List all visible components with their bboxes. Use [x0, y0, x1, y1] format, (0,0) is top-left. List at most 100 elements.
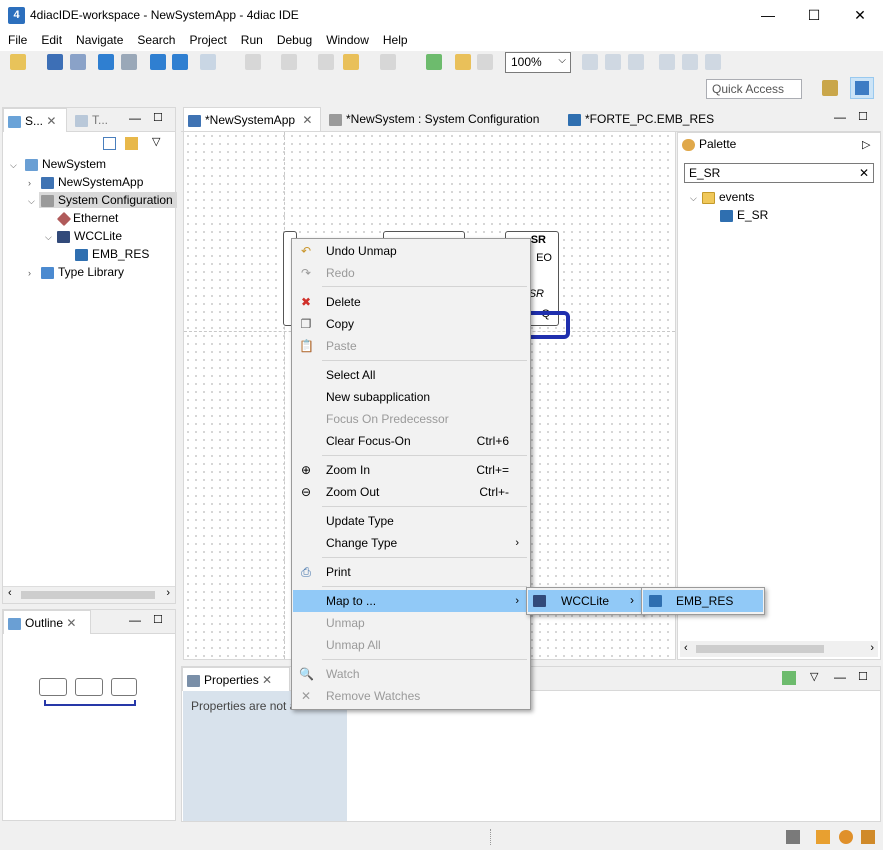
- menu-navigate[interactable]: Navigate: [68, 31, 129, 47]
- clear-search-icon[interactable]: ✕: [859, 166, 869, 180]
- fb-eo-port[interactable]: EO: [536, 252, 552, 264]
- tab-newsystemapp[interactable]: *NewSystemApp ✕: [183, 107, 321, 131]
- up-icon[interactable]: [281, 54, 297, 70]
- expand-sysconf-icon[interactable]: ⌵: [28, 196, 35, 207]
- deploy-icon[interactable]: [98, 54, 114, 70]
- expand-wcclite-icon[interactable]: ⌵: [45, 232, 52, 243]
- connection-line[interactable]: [530, 311, 570, 339]
- menu-window[interactable]: Window: [318, 31, 375, 47]
- maximize-view-button[interactable]: ☐: [153, 111, 163, 124]
- menu-search[interactable]: Search: [129, 31, 181, 47]
- minimize-view-button[interactable]: —: [129, 111, 141, 125]
- tree-item-system-configuration[interactable]: System Configuration: [39, 192, 177, 208]
- menu-project[interactable]: Project: [181, 31, 232, 47]
- menu-item-new-subapplication[interactable]: New subapplication: [293, 386, 529, 408]
- tab-outline[interactable]: Outline ✕: [3, 610, 91, 634]
- monitor-icon[interactable]: [121, 54, 137, 70]
- tab-system-explorer[interactable]: S... ✕: [3, 108, 67, 132]
- menu-edit[interactable]: Edit: [33, 31, 68, 47]
- submenu-item-emb-res[interactable]: EMB_RES: [643, 590, 763, 612]
- align-bottom-icon[interactable]: [705, 54, 721, 70]
- editor-maximize-button[interactable]: ☐: [858, 110, 868, 123]
- download-icon[interactable]: [150, 54, 166, 70]
- menu-item-zoom-in[interactable]: ⊕ Zoom In Ctrl+=: [293, 459, 529, 481]
- menu-help[interactable]: Help: [375, 31, 414, 47]
- tab-forte-pc-emb-res[interactable]: *FORTE_PC.EMB_RES: [564, 107, 720, 131]
- align-right-icon[interactable]: [628, 54, 644, 70]
- properties-minimize-button[interactable]: —: [834, 670, 846, 684]
- align-top-icon[interactable]: [659, 54, 675, 70]
- expand-type-library-icon[interactable]: ›: [28, 268, 31, 278]
- redo-toolbar-icon[interactable]: [477, 54, 493, 70]
- save-all-icon[interactable]: [70, 54, 86, 70]
- back-disabled-icon[interactable]: [318, 54, 334, 70]
- search-icon[interactable]: [200, 54, 216, 70]
- back-icon[interactable]: [343, 54, 359, 70]
- quick-access-input[interactable]: Quick Access: [706, 79, 802, 99]
- menu-item-focus-on-predecessor[interactable]: Focus On Predecessor: [293, 408, 529, 430]
- menu-item-paste[interactable]: 📋 Paste: [293, 335, 529, 357]
- expand-newsystemapp-icon[interactable]: ›: [28, 178, 31, 188]
- expand-newsystem-icon[interactable]: ⌵: [10, 160, 17, 171]
- heap-status-icon[interactable]: [786, 830, 800, 844]
- save-icon[interactable]: [47, 54, 63, 70]
- cheat-sheet-icon[interactable]: [816, 830, 830, 844]
- palette-scrollbar[interactable]: ‹ ›: [680, 641, 878, 657]
- open-perspective-icon[interactable]: [822, 80, 838, 96]
- navigate-icon[interactable]: [245, 54, 261, 70]
- new-fb-icon[interactable]: [426, 54, 442, 70]
- pin-view-icon[interactable]: [782, 671, 796, 685]
- properties-view-menu-icon[interactable]: ▽: [810, 670, 818, 683]
- perspective-4diac-button[interactable]: [850, 77, 874, 99]
- zoom-select[interactable]: 100% ⌵: [505, 52, 571, 73]
- undo-toolbar-icon[interactable]: [455, 54, 471, 70]
- palette-search-input[interactable]: E_SR ✕: [684, 163, 874, 183]
- palette-folder-events[interactable]: events: [702, 190, 754, 204]
- outline-thumbnail[interactable]: [39, 674, 139, 708]
- minimize-button[interactable]: —: [745, 0, 791, 31]
- menu-item-unmap[interactable]: Unmap: [293, 612, 529, 634]
- align-left-icon[interactable]: [582, 54, 598, 70]
- menu-item-select-all[interactable]: Select All: [293, 364, 529, 386]
- properties-maximize-button[interactable]: ☐: [858, 670, 868, 683]
- menu-item-update-type[interactable]: Update Type: [293, 510, 529, 532]
- tree-item-wcclite[interactable]: WCCLite: [57, 229, 122, 243]
- menu-run[interactable]: Run: [233, 31, 269, 47]
- menu-item-clear-focus-on[interactable]: Clear Focus-On Ctrl+6: [293, 430, 529, 452]
- menu-item-unmap-all[interactable]: Unmap All: [293, 634, 529, 656]
- menu-item-watch[interactable]: 🔍 Watch: [293, 663, 529, 685]
- view-menu-icon[interactable]: ▽: [152, 135, 160, 148]
- outline-maximize-button[interactable]: ☐: [153, 613, 163, 626]
- submenu-item-wcclite[interactable]: WCCLite ›: [528, 590, 642, 612]
- menu-item-zoom-out[interactable]: ⊖ Zoom Out Ctrl+-: [293, 481, 529, 503]
- palette-item-e-sr[interactable]: E_SR: [720, 208, 768, 222]
- tips-icon[interactable]: [861, 830, 875, 844]
- forward-icon[interactable]: [380, 54, 396, 70]
- editor-minimize-button[interactable]: —: [834, 110, 846, 124]
- tree-item-newsystem[interactable]: NewSystem: [25, 157, 106, 171]
- close-button[interactable]: ✕: [837, 0, 883, 31]
- menu-item-delete[interactable]: ✖ Delete: [293, 291, 529, 313]
- maximize-button[interactable]: ☐: [791, 0, 837, 31]
- outline-minimize-button[interactable]: —: [129, 613, 141, 627]
- tree-item-emb-res[interactable]: EMB_RES: [75, 247, 149, 261]
- menu-item-map-to[interactable]: Map to ... ›: [293, 590, 529, 612]
- tab-properties[interactable]: Properties ✕: [182, 667, 290, 691]
- tab-type-navigator[interactable]: T...: [71, 108, 114, 132]
- align-middle-icon[interactable]: [682, 54, 698, 70]
- tree-item-type-library[interactable]: Type Library: [41, 265, 124, 279]
- menu-item-undo-unmap[interactable]: ↶ Undo Unmap: [293, 240, 529, 262]
- menu-item-remove-watches[interactable]: ✕ Remove Watches: [293, 685, 529, 707]
- horizontal-scrollbar[interactable]: ‹ ›: [3, 586, 175, 603]
- menu-debug[interactable]: Debug: [269, 31, 318, 47]
- tree-item-newsystemapp[interactable]: NewSystemApp: [41, 175, 143, 189]
- menu-item-redo[interactable]: ↷ Redo: [293, 262, 529, 284]
- menu-item-copy[interactable]: ❐ Copy: [293, 313, 529, 335]
- tree-item-ethernet[interactable]: Ethernet: [56, 211, 118, 226]
- menu-item-change-type[interactable]: Change Type ›: [293, 532, 529, 554]
- palette-collapse-icon[interactable]: ▷: [862, 138, 870, 151]
- tab-system-configuration[interactable]: *NewSystem : System Configuration: [325, 107, 545, 131]
- upload-icon[interactable]: [172, 54, 188, 70]
- menu-item-print[interactable]: ⎙ Print: [293, 561, 529, 583]
- link-editor-icon[interactable]: [125, 137, 138, 150]
